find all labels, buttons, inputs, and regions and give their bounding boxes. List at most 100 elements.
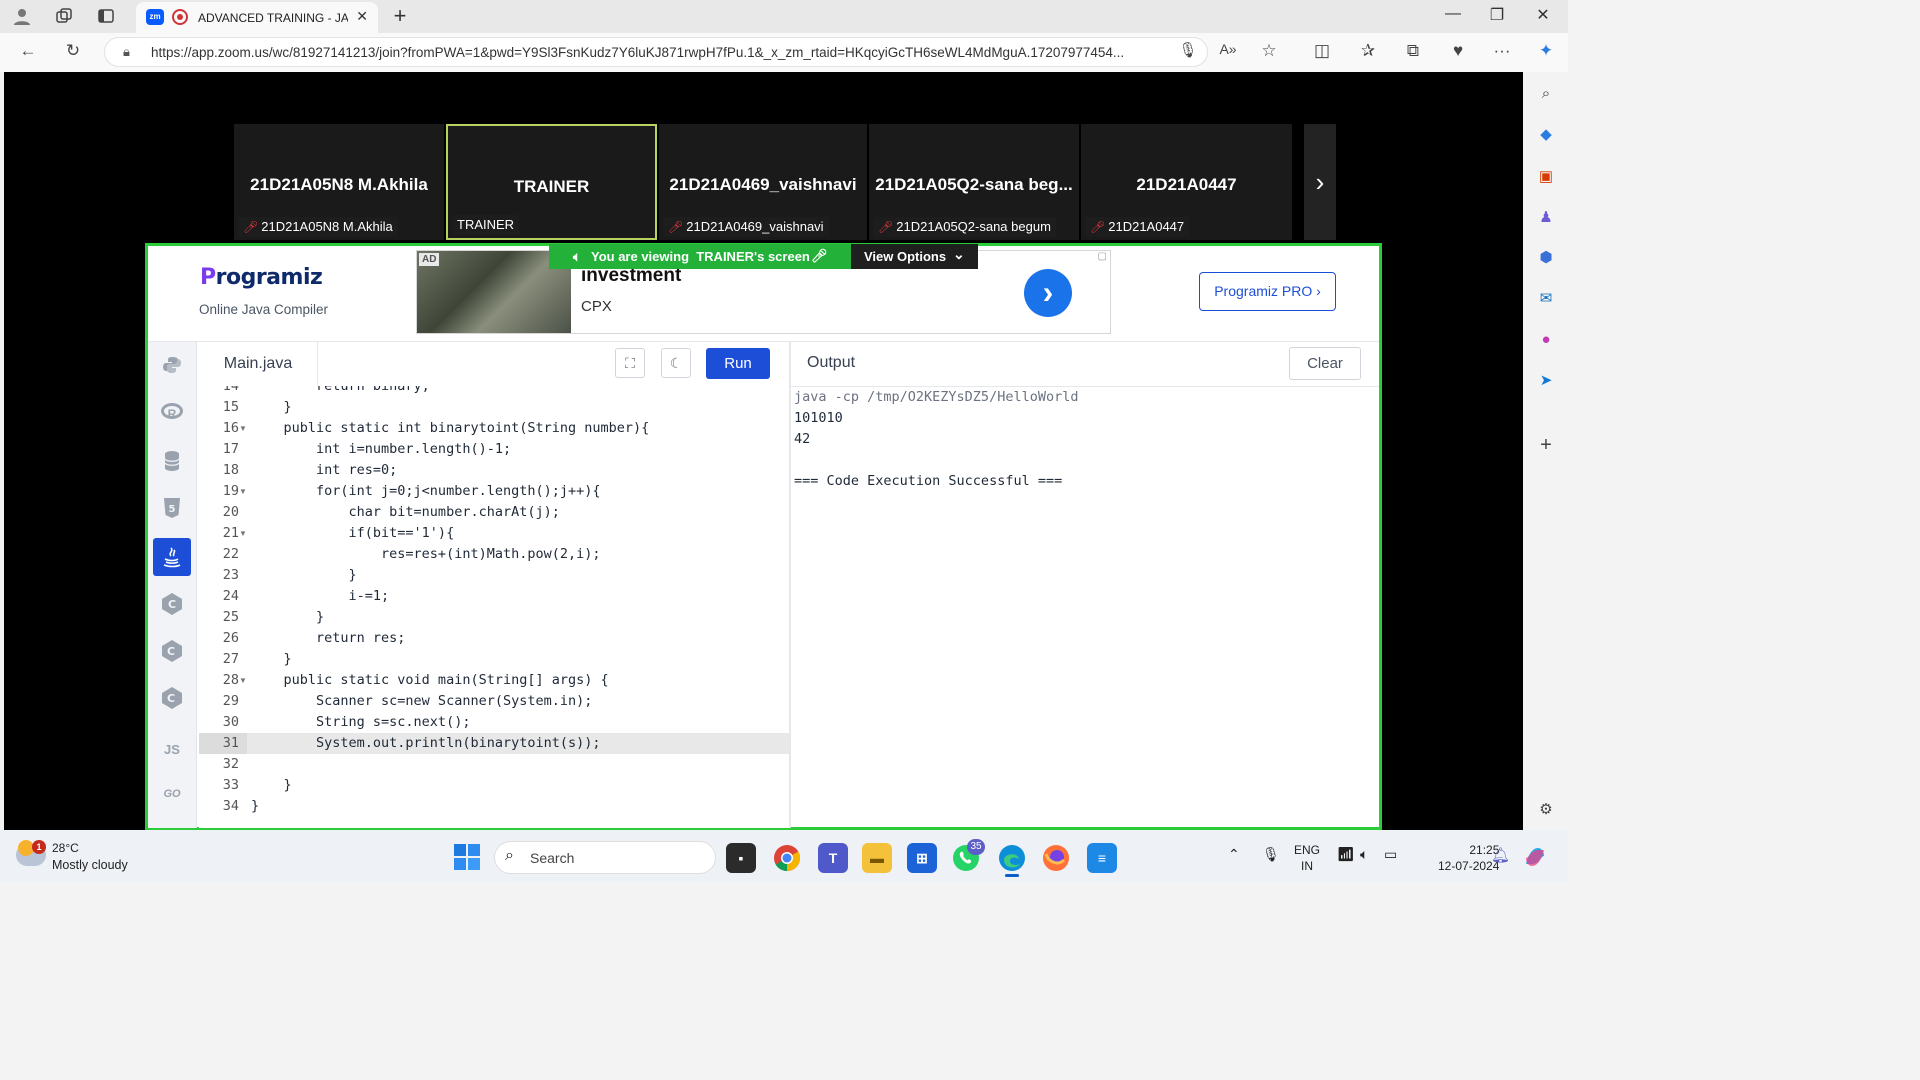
firefox-icon[interactable] bbox=[1042, 844, 1070, 877]
new-tab-icon[interactable]: + bbox=[388, 3, 412, 28]
run-button[interactable]: Run bbox=[706, 348, 770, 379]
input-language[interactable]: ENG IN bbox=[1294, 842, 1320, 874]
ad-close-icon[interactable]: ▢ bbox=[1098, 251, 1107, 262]
code-line[interactable]: return res; bbox=[251, 630, 405, 646]
panel-divider[interactable] bbox=[789, 342, 791, 828]
tab-actions-icon[interactable] bbox=[94, 4, 118, 28]
chrome-icon[interactable] bbox=[773, 844, 801, 877]
code-line[interactable]: char bit=number.charAt(j); bbox=[251, 504, 560, 520]
add-icon[interactable]: + bbox=[1535, 434, 1557, 456]
fullscreen-icon[interactable]: ⛶ bbox=[615, 348, 645, 378]
code-line[interactable]: } bbox=[251, 777, 292, 793]
code-line[interactable]: res=res+(int)Math.pow(2,i); bbox=[251, 546, 600, 562]
dark-mode-icon[interactable]: ☾ bbox=[661, 348, 691, 378]
workspaces-icon[interactable] bbox=[52, 4, 76, 28]
browser-essentials-icon[interactable]: ♥ bbox=[1444, 41, 1472, 61]
task-view-icon[interactable]: ▪ bbox=[726, 843, 756, 873]
file-tab-main-java[interactable]: Main.java bbox=[199, 342, 318, 386]
code-line[interactable]: String s=sc.next(); bbox=[251, 714, 470, 730]
fold-arrow-icon[interactable]: ▼ bbox=[239, 529, 247, 538]
teams-icon[interactable]: T bbox=[818, 843, 848, 873]
games-icon[interactable]: ♟ bbox=[1535, 207, 1557, 229]
programiz-logo[interactable]: Programiz bbox=[200, 265, 323, 290]
designer-icon[interactable]: ● bbox=[1535, 329, 1557, 351]
tab-close-icon[interactable]: ✕ bbox=[356, 8, 368, 25]
profile-icon[interactable] bbox=[10, 4, 34, 28]
window-close-icon[interactable]: ✕ bbox=[1520, 5, 1566, 25]
more-menu-icon[interactable]: ··· bbox=[1488, 41, 1516, 61]
split-screen-icon[interactable]: ◫ bbox=[1308, 41, 1336, 61]
outlook-icon[interactable]: ✉ bbox=[1535, 288, 1557, 310]
microsoft-store-icon[interactable]: ⊞ bbox=[907, 843, 937, 873]
tools-icon[interactable]: ▣ bbox=[1535, 166, 1557, 188]
collections-icon[interactable]: ⧉ bbox=[1399, 41, 1427, 61]
js-icon[interactable]: JS bbox=[153, 731, 191, 769]
minimize-icon[interactable]: — bbox=[1430, 5, 1476, 23]
code-line[interactable]: int res=0; bbox=[251, 462, 397, 478]
go-icon[interactable]: GO bbox=[153, 775, 191, 813]
notepad-icon[interactable]: ≡ bbox=[1087, 843, 1117, 873]
file-explorer-icon[interactable]: ▬ bbox=[862, 843, 892, 873]
code-line[interactable]: } bbox=[251, 567, 357, 583]
shopping-tag-icon[interactable]: ◆ bbox=[1535, 124, 1557, 146]
participant-tile-active[interactable]: TRAINER TRAINER bbox=[446, 124, 657, 240]
code-line[interactable]: } bbox=[251, 798, 259, 814]
show-hidden-icons-chevron-icon[interactable]: ⌃ bbox=[1228, 846, 1240, 863]
windows-start-icon[interactable] bbox=[454, 844, 480, 875]
code-line[interactable]: if(bit=='1'){ bbox=[251, 525, 455, 541]
whatsapp-icon[interactable]: 35 bbox=[951, 839, 985, 878]
code-line[interactable]: int i=number.length()-1; bbox=[251, 441, 511, 457]
maximize-icon[interactable]: ❐ bbox=[1474, 5, 1520, 25]
code-line[interactable]: } bbox=[251, 399, 292, 415]
code-line[interactable]: for(int j=0;j<number.length();j++){ bbox=[251, 483, 600, 499]
c-icon[interactable]: C bbox=[153, 585, 191, 623]
code-line[interactable]: } bbox=[251, 609, 324, 625]
code-line[interactable]: i-=1; bbox=[251, 588, 390, 604]
url-text[interactable]: https://app.zoom.us/wc/81927141213/join?… bbox=[151, 45, 1171, 60]
settings-gear-icon[interactable]: ⚙ bbox=[1535, 799, 1557, 821]
participant-tile[interactable]: 21D21A05Q2-sana beg... 🎤︎ 21D21A05Q2-sana… bbox=[869, 124, 1079, 240]
r-icon[interactable]: R bbox=[153, 395, 191, 433]
taskbar-search[interactable]: ⌕ Search bbox=[494, 841, 716, 874]
lock-icon[interactable]: 🔒︎ bbox=[123, 44, 130, 60]
microsoft365-icon[interactable]: ⬢ bbox=[1535, 247, 1557, 269]
address-bar[interactable]: 🔒︎ https://app.zoom.us/wc/81927141213/jo… bbox=[104, 37, 1208, 67]
send-icon[interactable]: ➤ bbox=[1535, 370, 1557, 392]
python-icon[interactable] bbox=[153, 346, 191, 384]
battery-icon[interactable]: ▭ bbox=[1384, 846, 1397, 863]
clear-button[interactable]: Clear bbox=[1289, 347, 1361, 380]
edge-browser-icon[interactable] bbox=[997, 843, 1027, 878]
code-line[interactable]: System.out.println(binarytoint(s)); bbox=[251, 735, 600, 751]
csharp-icon[interactable]: C bbox=[153, 679, 191, 717]
read-aloud-icon[interactable]: A» bbox=[1214, 41, 1242, 57]
fold-arrow-icon[interactable]: ▼ bbox=[239, 676, 247, 685]
search-icon[interactable]: ⌕ bbox=[1535, 83, 1557, 105]
sql-icon[interactable] bbox=[153, 442, 191, 480]
back-icon[interactable]: ← bbox=[14, 41, 42, 61]
code-line[interactable]: public static void main(String[] args) { bbox=[251, 672, 609, 688]
html-icon[interactable]: 5 bbox=[153, 489, 191, 527]
ad-arrow-icon[interactable]: › bbox=[1024, 269, 1072, 317]
fold-arrow-icon[interactable]: ▼ bbox=[239, 487, 247, 496]
view-options-button[interactable]: View Options ⌄ bbox=[851, 244, 978, 269]
copilot-icon[interactable]: ✦ bbox=[1532, 41, 1560, 61]
code-line[interactable]: return binary; bbox=[251, 386, 430, 394]
copilot-taskbar-icon[interactable] bbox=[1522, 844, 1548, 875]
participant-tile[interactable]: 21D21A0447 🎤︎ 21D21A0447 bbox=[1081, 124, 1292, 240]
next-participants-chevron-icon[interactable]: › bbox=[1304, 124, 1336, 240]
java-icon[interactable] bbox=[153, 538, 191, 576]
cpp-icon[interactable]: C bbox=[153, 632, 191, 670]
code-line[interactable]: public static int binarytoint(String num… bbox=[251, 420, 650, 436]
refresh-icon[interactable]: ↻ bbox=[59, 41, 87, 61]
fold-arrow-icon[interactable]: ▼ bbox=[239, 424, 247, 433]
code-line[interactable]: } bbox=[251, 651, 292, 667]
favorite-star-icon[interactable]: ☆ bbox=[1255, 41, 1283, 61]
participant-tile[interactable]: 21D21A0469_vaishnavi 🎤︎ 21D21A0469_vaishn… bbox=[659, 124, 867, 240]
microphone-tray-icon[interactable]: 🎙︎ bbox=[1262, 846, 1280, 863]
code-line[interactable]: Scanner sc=new Scanner(System.in); bbox=[251, 693, 592, 709]
browser-tab[interactable]: zm ADVANCED TRAINING - JAV ✕ bbox=[136, 2, 378, 33]
programiz-pro-button[interactable]: Programiz PRO › bbox=[1199, 272, 1336, 311]
wifi-icon[interactable]: 📶︎ bbox=[1337, 846, 1355, 863]
code-editor[interactable]: 14 return binary; 15 } 16 ▼ public static i… bbox=[199, 386, 789, 828]
volume-icon[interactable]: 🔈︎ bbox=[1360, 846, 1368, 863]
